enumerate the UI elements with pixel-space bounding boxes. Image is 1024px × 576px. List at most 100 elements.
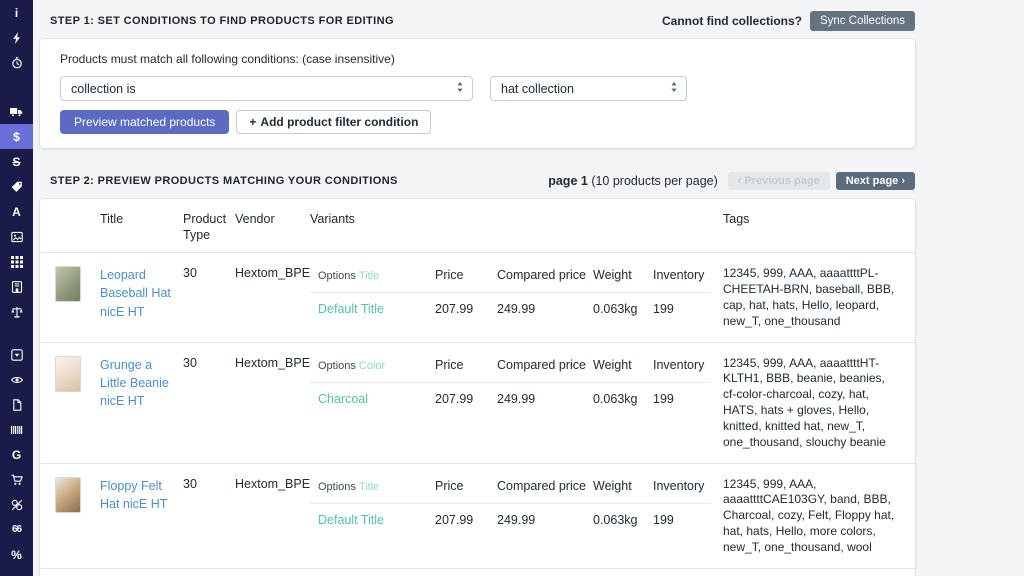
previous-page-button[interactable]: ‹ Previous page	[728, 172, 830, 190]
table-row: Grunge a Little Beanie nicE HT 30 Hextom…	[40, 343, 915, 464]
sidebar-item-tags[interactable]	[0, 174, 33, 199]
variant-name: Default Title	[318, 302, 435, 316]
strikethrough-price-icon: S	[12, 156, 20, 168]
variant-compared-price: 249.99	[497, 513, 593, 527]
sidebar-item-timer[interactable]	[0, 50, 33, 75]
add-filter-condition-button[interactable]: +Add product filter condition	[236, 110, 431, 134]
cannot-find-collections-text: Cannot find collections?	[662, 14, 802, 28]
variant-header-inventory: Inventory	[653, 358, 711, 372]
dollar-icon: $	[13, 131, 20, 143]
sidebar-item-discount[interactable]	[0, 492, 33, 517]
sidebar-item-pages[interactable]	[0, 392, 33, 417]
sidebar-item-shipping[interactable]	[0, 99, 33, 124]
page-size: (10 products per page)	[591, 174, 717, 188]
variant-inventory: 199	[653, 392, 723, 406]
tag-icon	[11, 181, 23, 193]
select-caret-icon	[456, 81, 464, 96]
inbox-icon	[11, 349, 23, 361]
sidebar-item-lightning[interactable]	[0, 25, 33, 50]
vendor-value: Hextom_BPE	[235, 266, 310, 329]
lightning-icon	[11, 32, 23, 44]
variant-header-price: Price	[435, 358, 497, 372]
quote-icon: 66	[12, 525, 21, 535]
preview-matched-products-button[interactable]: Preview matched products	[60, 110, 229, 134]
variant-header-price: Price	[435, 479, 497, 493]
page-icon	[11, 399, 23, 411]
condition-target-value: hat collection	[501, 82, 574, 96]
font-icon: A	[12, 206, 21, 218]
sidebar-item-kiosk[interactable]	[0, 274, 33, 299]
sidebar-item-visibility[interactable]	[0, 367, 33, 392]
variant-header-inventory: Inventory	[653, 479, 711, 493]
sidebar-item-percent[interactable]: %	[0, 542, 33, 567]
variant-header-weight: Weight	[593, 479, 653, 493]
variant-price: 207.99	[435, 302, 497, 316]
vendor-value: Hextom_BPE	[235, 356, 310, 451]
variant-weight: 0.063kg	[593, 302, 653, 316]
app-sidebar: i $ S A G 66 %	[0, 0, 33, 576]
sidebar-item-cart[interactable]	[0, 467, 33, 492]
condition-type-select[interactable]: collection is	[60, 76, 473, 101]
sidebar-item-compare-price[interactable]: S	[0, 149, 33, 174]
sidebar-item-google[interactable]: G	[0, 442, 33, 467]
step2-header-bar: STEP 2: PREVIEW PRODUCTS MATCHING YOUR C…	[40, 172, 915, 190]
product-title-link[interactable]: Leopard Baseball Hat nicE HT	[100, 266, 183, 320]
image-icon	[11, 231, 23, 243]
variant-weight: 0.063kg	[593, 392, 653, 406]
google-icon: G	[12, 449, 21, 461]
sidebar-item-font[interactable]: A	[0, 199, 33, 224]
tags-value: 12345, 999, AAA, aaaattttCAE103GY, band,…	[723, 477, 905, 556]
variant-name: Charcoal	[318, 392, 435, 406]
sync-collections-button[interactable]: Sync Collections	[810, 11, 915, 31]
info-icon: i	[15, 7, 18, 19]
tags-value: 12345, 999, AAA, aaaattttPL-CHEETAH-BRN,…	[723, 266, 905, 329]
variant-header-weight: Weight	[593, 358, 653, 372]
sidebar-item-compare[interactable]	[0, 299, 33, 324]
option-name: Title	[359, 481, 379, 493]
sidebar-item-grid[interactable]	[0, 249, 33, 274]
variant-compared-price: 249.99	[497, 302, 593, 316]
next-page-button[interactable]: Next page ›	[836, 172, 915, 190]
variant-header-compared-price: Compared price	[497, 268, 593, 282]
table-row: Leopard Baseball Hat nicE HT 30 Hextom_B…	[40, 253, 915, 342]
kiosk-icon	[11, 281, 23, 293]
sidebar-item-barcode[interactable]	[0, 417, 33, 442]
product-type-value: 30	[183, 266, 235, 329]
variant-name: Default Title	[318, 513, 435, 527]
option-name: Color	[359, 360, 385, 372]
variant-row: Default Title 207.99 249.99 0.063kg 199	[310, 504, 723, 527]
products-table-card: Title Product Type Vendor Variants Tags …	[40, 199, 915, 576]
table-header-row: Title Product Type Vendor Variants Tags	[40, 199, 915, 253]
conditions-card: Products must match all following condit…	[40, 39, 915, 148]
sidebar-item-price-editor[interactable]: $	[0, 124, 33, 149]
tags-value: 12345, 999, AAA, aaaattttHT-KLTH1, BBB, …	[723, 356, 905, 451]
variant-inventory: 199	[653, 302, 723, 316]
options-label: Options	[318, 481, 356, 493]
sidebar-item-quotes[interactable]: 66	[0, 517, 33, 542]
discount-icon	[11, 499, 23, 511]
variant-header-price: Price	[435, 268, 497, 282]
column-header-tags: Tags	[723, 212, 905, 243]
column-header-title: Title	[100, 212, 183, 243]
product-title-link[interactable]: Floppy Felt Hat nicE HT	[100, 477, 183, 513]
barcode-icon	[11, 424, 23, 436]
variants-subtable: OptionsTitle Price Compared price Weight…	[310, 477, 723, 556]
percent-icon: %	[11, 549, 22, 561]
variant-price: 207.99	[435, 392, 497, 406]
sidebar-item-inbox[interactable]	[0, 342, 33, 367]
table-row: Floppy Felt Hat nicE HT 30 Hextom_BPE Op…	[40, 464, 915, 569]
sidebar-item-info[interactable]: i	[0, 0, 33, 25]
variant-weight: 0.063kg	[593, 513, 653, 527]
truck-icon	[10, 106, 23, 117]
scale-icon	[11, 306, 23, 318]
sidebar-item-images[interactable]	[0, 224, 33, 249]
column-header-variants: Variants	[310, 212, 723, 243]
variant-inventory: 199	[653, 513, 723, 527]
options-label: Options	[318, 360, 356, 372]
step1-header-bar: STEP 1: SET CONDITIONS TO FIND PRODUCTS …	[40, 9, 915, 39]
cart-icon	[11, 474, 23, 486]
variant-row: Charcoal 207.99 249.99 0.063kg 199	[310, 383, 723, 406]
conditions-label: Products must match all following condit…	[60, 52, 895, 66]
product-title-link[interactable]: Grunge a Little Beanie nicE HT	[100, 356, 183, 410]
condition-target-select[interactable]: hat collection	[490, 76, 687, 101]
